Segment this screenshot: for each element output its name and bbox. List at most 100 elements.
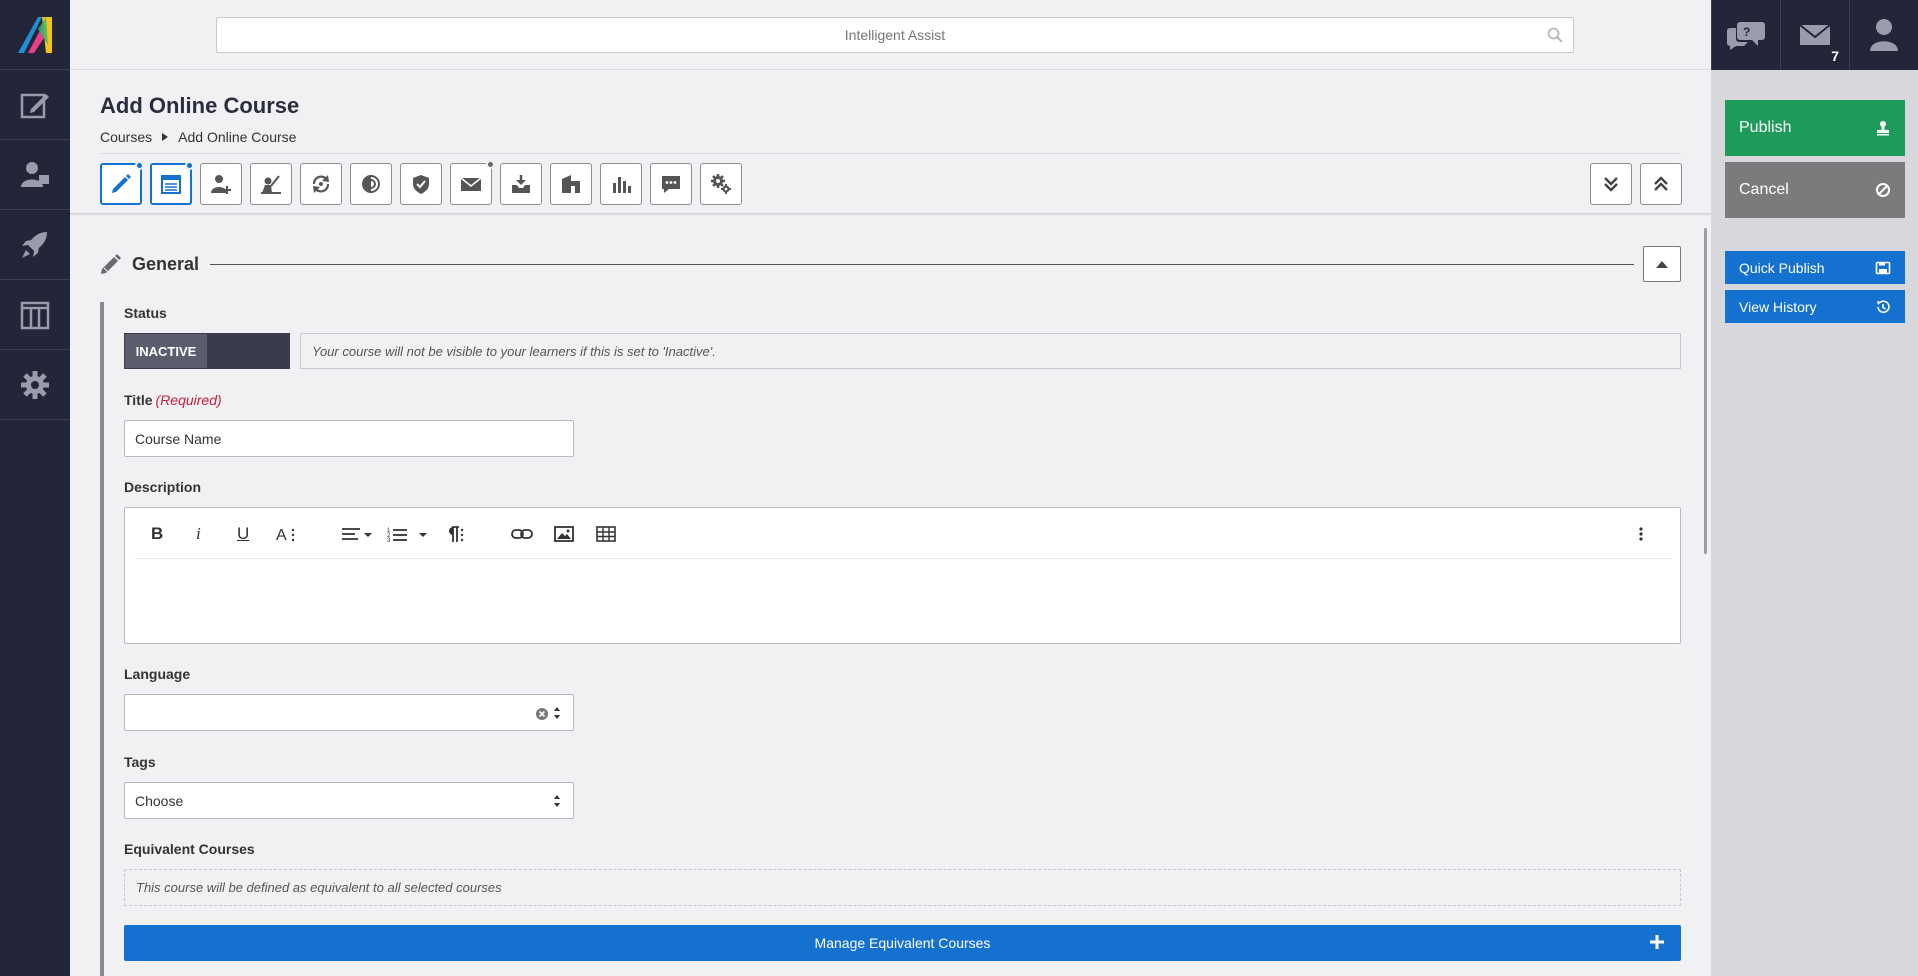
cancel-label: Cancel xyxy=(1739,181,1789,198)
tab-recurrence[interactable] xyxy=(300,163,342,205)
equivalent-courses-hint: This course will be defined as equivalen… xyxy=(124,869,1681,906)
quick-publish-button[interactable]: Quick Publish xyxy=(1725,251,1905,284)
paragraph-button[interactable] xyxy=(443,523,465,545)
breadcrumb-courses[interactable]: Courses xyxy=(100,129,152,145)
tab-schedule[interactable] xyxy=(150,161,194,205)
tab-security[interactable] xyxy=(400,163,442,205)
title-field xyxy=(124,420,574,457)
building-icon xyxy=(562,175,580,193)
more-options-button[interactable] xyxy=(1638,523,1644,545)
status-hint: Your course will not be visible to your … xyxy=(300,333,1681,369)
image-button[interactable] xyxy=(554,523,574,545)
header-divider xyxy=(100,153,1681,154)
inbox-download-icon xyxy=(512,175,530,193)
gears-icon xyxy=(711,174,731,194)
italic-button[interactable]: i xyxy=(196,523,201,545)
messages-button[interactable]: 7 xyxy=(1780,0,1849,70)
underline-button[interactable]: U xyxy=(237,523,249,545)
svg-text:3: 3 xyxy=(387,538,391,543)
status-toggle-value: INACTIVE xyxy=(125,334,207,368)
pencil-icon xyxy=(101,254,121,274)
comment-icon xyxy=(662,176,680,193)
right-panel: ? 7 Publish Cancel Quick Publish View Hi… xyxy=(1711,0,1918,976)
language-label: Language xyxy=(124,666,191,682)
messages-badge: 7 xyxy=(1831,48,1839,64)
nav-item-users[interactable] xyxy=(0,140,70,210)
page-header: Add Online Course Courses Add Online Cou… xyxy=(100,93,1681,145)
description-editor: B i U A 1 2 3 xyxy=(124,507,1681,644)
toolbar-shadow xyxy=(70,213,1711,216)
collapse-section-button[interactable] xyxy=(1643,246,1681,282)
save-icon xyxy=(1875,261,1891,274)
tab-inbox[interactable] xyxy=(500,163,542,205)
top-bar xyxy=(70,0,1711,70)
align-left-icon xyxy=(342,528,372,540)
search-input[interactable] xyxy=(217,18,1573,52)
table-button[interactable] xyxy=(596,523,616,545)
equivalent-courses-label: Equivalent Courses xyxy=(124,841,255,857)
link-button[interactable] xyxy=(511,523,533,545)
plus-icon xyxy=(1650,935,1664,949)
calendar-icon xyxy=(161,175,181,194)
cancel-button[interactable]: Cancel xyxy=(1725,162,1905,218)
search-icon[interactable] xyxy=(1547,27,1563,43)
clear-icon[interactable] xyxy=(535,707,549,721)
nav-item-columns[interactable] xyxy=(0,280,70,350)
app-logo[interactable] xyxy=(0,0,70,70)
profile-button[interactable] xyxy=(1849,0,1918,70)
tags-value: Choose xyxy=(135,792,184,809)
title-input[interactable] xyxy=(135,430,573,447)
tab-portal[interactable] xyxy=(550,163,592,205)
edit-icon xyxy=(20,93,49,118)
refresh-icon xyxy=(312,175,330,193)
nav-item-edit[interactable] xyxy=(0,70,70,140)
tab-enrollment[interactable] xyxy=(200,163,242,205)
page-title: Add Online Course xyxy=(100,93,300,118)
align-button[interactable] xyxy=(341,523,373,545)
caret-right-icon xyxy=(162,133,169,141)
contrast-icon xyxy=(362,175,380,193)
view-history-button[interactable]: View History xyxy=(1725,290,1905,323)
search-box xyxy=(216,17,1574,53)
tab-schedule-indicator xyxy=(185,161,194,170)
content-scrollbar[interactable] xyxy=(1704,228,1707,554)
description-label: Description xyxy=(124,479,202,495)
nav-item-launch[interactable] xyxy=(0,210,70,280)
section-divider xyxy=(210,264,1634,265)
tags-select[interactable]: Choose xyxy=(124,782,574,819)
tab-notifications-indicator xyxy=(486,160,495,169)
nav-item-settings[interactable] xyxy=(0,350,70,420)
editor-content[interactable] xyxy=(135,564,1670,638)
publish-button[interactable]: Publish xyxy=(1725,100,1905,156)
image-icon xyxy=(554,526,574,542)
quick-publish-label: Quick Publish xyxy=(1739,259,1825,276)
status-toggle[interactable]: INACTIVE xyxy=(124,333,290,369)
collapse-all-button[interactable] xyxy=(1640,163,1682,205)
svg-text:?: ? xyxy=(1743,25,1750,39)
tab-general[interactable] xyxy=(100,161,144,205)
font-size-button[interactable]: A xyxy=(276,523,298,545)
manage-equivalent-courses-button[interactable]: Manage Equivalent Courses xyxy=(124,925,1681,961)
tab-instructor[interactable] xyxy=(250,163,292,205)
pencil-icon xyxy=(112,174,131,193)
tab-advanced-settings[interactable] xyxy=(700,163,742,205)
presenter-icon xyxy=(261,175,281,194)
tab-general-indicator xyxy=(135,161,144,170)
tab-reports[interactable] xyxy=(600,163,642,205)
ordered-list-icon: 1 2 3 xyxy=(387,528,427,543)
kebab-icon xyxy=(1639,527,1643,541)
gear-icon xyxy=(21,370,49,399)
ordered-list-button[interactable]: 1 2 3 xyxy=(387,523,429,545)
language-select[interactable] xyxy=(124,694,574,731)
tab-theme[interactable] xyxy=(350,163,392,205)
columns-icon xyxy=(20,301,50,329)
caret-up-icon xyxy=(1656,261,1668,268)
double-chevron-down-icon xyxy=(1604,177,1618,192)
chat-button[interactable]: ? xyxy=(1711,0,1780,70)
section-left-border xyxy=(100,302,104,976)
toolbar-expand-controls xyxy=(1590,163,1682,205)
tab-comments[interactable] xyxy=(650,163,692,205)
expand-all-button[interactable] xyxy=(1590,163,1632,205)
tab-notifications[interactable] xyxy=(450,160,495,205)
bold-button[interactable]: B xyxy=(151,523,163,545)
